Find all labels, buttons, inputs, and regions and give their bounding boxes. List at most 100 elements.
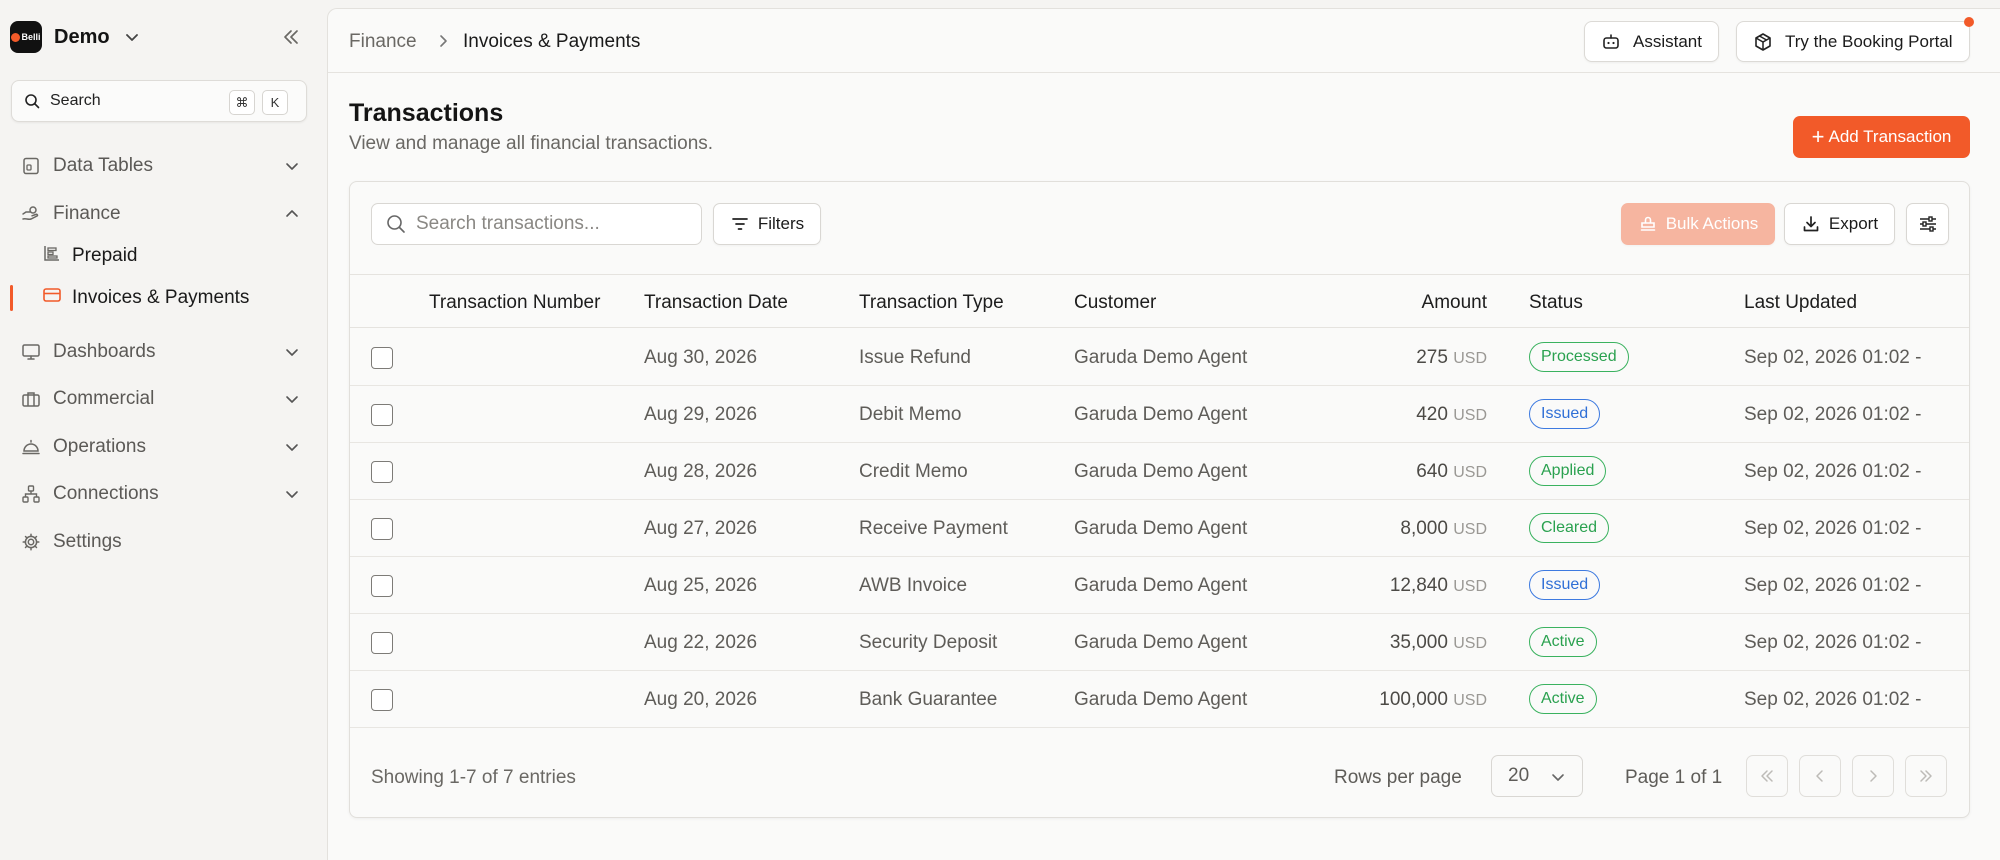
breadcrumb-current: Invoices & Payments bbox=[463, 31, 641, 52]
sidebar-item-commercial[interactable]: Commercial bbox=[20, 382, 310, 416]
assistant-button[interactable]: Assistant bbox=[1584, 21, 1719, 62]
monitor-icon bbox=[20, 341, 42, 363]
column-header-transaction-number[interactable]: Transaction Number bbox=[429, 292, 600, 314]
sidebar: Belli Demo Search ⌘ K Data Tables Financ… bbox=[0, 0, 327, 860]
cell-transaction-date: Aug 20, 2026 bbox=[644, 689, 758, 710]
cell-amount: 275 USD bbox=[1416, 347, 1487, 369]
cell-transaction-type: AWB Invoice bbox=[859, 575, 968, 596]
table-row[interactable]: Aug 30, 2026 Issue Refund Garuda Demo Agen… bbox=[350, 329, 1969, 386]
column-header-transaction-date[interactable]: Transaction Date bbox=[644, 292, 788, 314]
robot-icon bbox=[1601, 32, 1621, 52]
sidebar-item-connections[interactable]: Connections bbox=[20, 477, 310, 511]
cell-customer: Garuda Demo Agent bbox=[1074, 404, 1248, 425]
sidebar-item-settings[interactable]: Settings bbox=[20, 525, 310, 559]
amount-value: 12,840 bbox=[1389, 575, 1448, 596]
search-icon bbox=[25, 94, 40, 109]
notification-dot bbox=[1964, 17, 1974, 27]
cell-last-updated: Sep 02, 2026 01:02 - bbox=[1744, 347, 1922, 368]
bulk-actions-label: Bulk Actions bbox=[1665, 214, 1759, 233]
sidebar-item-dashboards[interactable]: Dashboards bbox=[20, 335, 310, 369]
amount-currency: USD bbox=[1453, 578, 1487, 595]
column-header-last-updated[interactable]: Last Updated bbox=[1744, 292, 1857, 314]
plus-icon: + bbox=[1811, 124, 1825, 149]
search-input[interactable] bbox=[416, 213, 686, 235]
sidebar-item-prepaid[interactable]: Prepaid bbox=[42, 239, 310, 273]
row-checkbox[interactable] bbox=[371, 347, 393, 369]
breadcrumb-finance[interactable]: Finance bbox=[349, 31, 417, 53]
entries-summary: Showing 1-7 of 7 entries bbox=[371, 767, 576, 788]
first-page-button[interactable] bbox=[1746, 755, 1788, 797]
add-transaction-label: Add Transaction bbox=[1828, 127, 1952, 146]
page-info: Page 1 of 1 bbox=[1625, 767, 1723, 788]
row-checkbox[interactable] bbox=[371, 461, 393, 483]
download-icon bbox=[1801, 214, 1821, 234]
cell-transaction-date: Aug 22, 2026 bbox=[644, 632, 758, 653]
amount-currency: USD bbox=[1453, 635, 1487, 652]
booking-portal-button[interactable]: Try the Booking Portal bbox=[1736, 21, 1970, 62]
filters-button[interactable]: Filters bbox=[713, 203, 821, 245]
amount-currency: USD bbox=[1453, 464, 1487, 481]
rows-per-page-select[interactable]: 20 bbox=[1491, 755, 1583, 797]
amount-value: 100,000 bbox=[1379, 689, 1448, 710]
cell-transaction-type: Issue Refund bbox=[859, 347, 971, 368]
chevron-down-icon bbox=[1552, 774, 1564, 781]
network-icon bbox=[20, 483, 42, 505]
cell-last-updated: Sep 02, 2026 01:02 - bbox=[1744, 461, 1922, 482]
chevron-right-icon bbox=[440, 35, 447, 47]
sidebar-search[interactable]: Search ⌘ K bbox=[11, 80, 307, 122]
next-page-button[interactable] bbox=[1852, 755, 1894, 797]
cell-last-updated: Sep 02, 2026 01:02 - bbox=[1744, 518, 1922, 539]
amount-value: 420 bbox=[1416, 404, 1448, 425]
data-tables-icon bbox=[20, 155, 42, 177]
row-checkbox[interactable] bbox=[371, 575, 393, 597]
cell-transaction-date: Aug 29, 2026 bbox=[644, 404, 758, 425]
active-indicator bbox=[10, 285, 13, 311]
sidebar-item-invoices-payments[interactable]: Invoices & Payments bbox=[42, 281, 310, 315]
cell-last-updated: Sep 02, 2026 01:02 - bbox=[1744, 575, 1922, 596]
previous-page-button[interactable] bbox=[1799, 755, 1841, 797]
workspace-switcher[interactable]: Belli Demo bbox=[10, 20, 140, 54]
table-row[interactable]: Aug 20, 2026 Bank Guarantee Garuda Demo Ag… bbox=[350, 671, 1969, 728]
chevron-up-icon bbox=[286, 210, 298, 217]
collapse-sidebar-icon[interactable] bbox=[280, 26, 302, 48]
add-transaction-button[interactable]: + Add Transaction bbox=[1793, 116, 1970, 158]
sidebar-item-label: Operations bbox=[53, 436, 146, 457]
table-row[interactable]: Aug 22, 2026 Security Deposit Garuda Demo … bbox=[350, 614, 1969, 671]
row-checkbox[interactable] bbox=[371, 632, 393, 654]
kbd-k: K bbox=[262, 90, 288, 115]
table-row[interactable]: Aug 29, 2026 Debit Memo Garuda Demo Agent 4… bbox=[350, 386, 1969, 443]
sidebar-item-label: Prepaid bbox=[72, 245, 138, 266]
column-header-transaction-type[interactable]: Transaction Type bbox=[859, 292, 1004, 314]
column-header-status[interactable]: Status bbox=[1529, 292, 1583, 314]
cell-last-updated: Sep 02, 2026 01:02 - bbox=[1744, 404, 1922, 425]
booking-portal-label: Try the Booking Portal bbox=[1785, 31, 1953, 51]
chevron-down-icon bbox=[125, 34, 138, 41]
table-row[interactable]: Aug 25, 2026 AWB Invoice Garuda Demo Agent… bbox=[350, 557, 1969, 614]
chevrons-left-icon bbox=[1761, 770, 1773, 782]
filter-icon bbox=[730, 214, 750, 234]
chevron-down-icon bbox=[286, 396, 298, 403]
export-button[interactable]: Export bbox=[1784, 203, 1895, 245]
bulk-actions-button[interactable]: Bulk Actions bbox=[1621, 203, 1775, 245]
rows-per-page-label: Rows per page bbox=[1334, 767, 1462, 788]
assistant-label: Assistant bbox=[1633, 31, 1702, 51]
status-badge: Active bbox=[1529, 627, 1597, 657]
table-row[interactable]: Aug 28, 2026 Credit Memo Garuda Demo Agent… bbox=[350, 443, 1969, 500]
column-header-customer[interactable]: Customer bbox=[1074, 292, 1156, 314]
last-page-button[interactable] bbox=[1905, 755, 1947, 797]
cell-transaction-type: Bank Guarantee bbox=[859, 689, 998, 710]
sidebar-item-finance[interactable]: Finance bbox=[20, 197, 310, 231]
amount-currency: USD bbox=[1453, 692, 1487, 709]
sidebar-item-data-tables[interactable]: Data Tables bbox=[20, 149, 310, 183]
sidebar-item-operations[interactable]: Operations bbox=[20, 430, 310, 464]
row-checkbox[interactable] bbox=[371, 689, 393, 711]
table-row[interactable]: Aug 27, 2026 Receive Payment Garuda Demo A… bbox=[350, 500, 1969, 557]
cell-amount: 420 USD bbox=[1416, 404, 1487, 426]
column-settings-button[interactable] bbox=[1906, 203, 1949, 245]
status-badge: Applied bbox=[1529, 456, 1607, 486]
cell-transaction-date: Aug 28, 2026 bbox=[644, 461, 758, 482]
column-header-amount[interactable]: Amount bbox=[1422, 292, 1487, 314]
transactions-search[interactable] bbox=[371, 203, 702, 245]
row-checkbox[interactable] bbox=[371, 404, 393, 426]
row-checkbox[interactable] bbox=[371, 518, 393, 540]
